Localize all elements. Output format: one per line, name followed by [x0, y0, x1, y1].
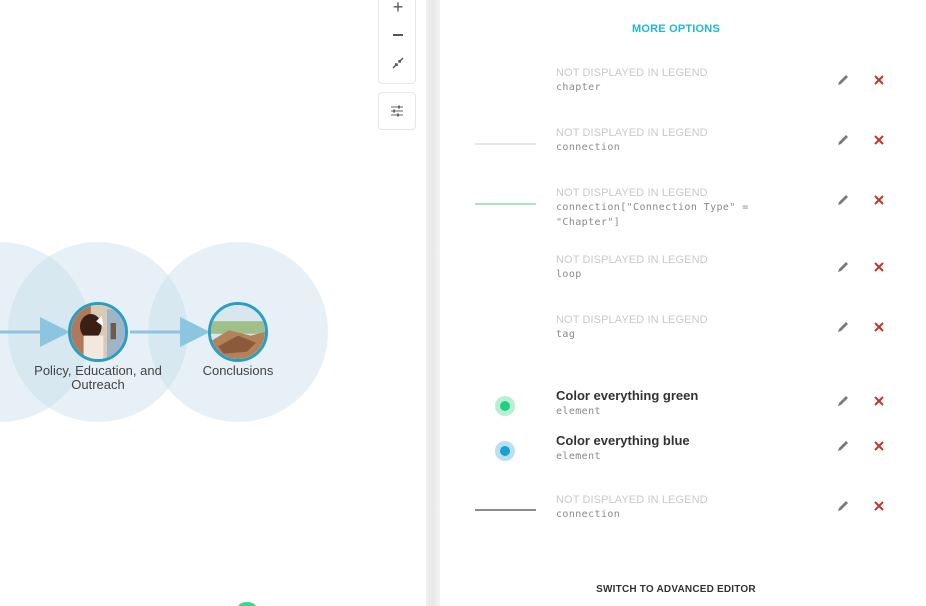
sliders-icon	[391, 105, 403, 117]
decoration-info: NOT DISPLAYED IN LEGEND tag	[556, 313, 776, 342]
close-icon	[874, 322, 884, 332]
close-icon	[874, 195, 884, 205]
close-icon	[874, 501, 884, 511]
minus-icon	[393, 34, 403, 36]
decoration-info: Color everything green element	[556, 388, 776, 419]
legend-status: NOT DISPLAYED IN LEGEND	[556, 187, 708, 199]
edit-button[interactable]	[836, 260, 850, 274]
close-icon	[874, 396, 884, 406]
line-preview	[475, 203, 536, 205]
legend-status: NOT DISPLAYED IN LEGEND	[556, 254, 708, 266]
plus-icon: +	[392, 0, 404, 17]
edit-button[interactable]	[836, 73, 850, 87]
edit-button[interactable]	[836, 133, 850, 147]
close-icon	[874, 262, 884, 272]
delete-button[interactable]	[872, 260, 886, 274]
color-swatch	[500, 401, 510, 411]
filter-button[interactable]	[378, 92, 416, 130]
node-label: Conclusions	[202, 363, 274, 378]
line-preview	[475, 143, 536, 145]
pencil-icon	[838, 195, 848, 205]
color-swatch	[500, 446, 510, 456]
decoration-info: NOT DISPLAYED IN LEGEND loop	[556, 253, 776, 282]
delete-button[interactable]	[872, 499, 886, 513]
element-node-conclusions[interactable]	[208, 302, 268, 362]
edit-button[interactable]	[836, 439, 850, 453]
close-icon	[874, 441, 884, 451]
zoom-in-button[interactable]: +	[379, 0, 417, 21]
decoration-info: NOT DISPLAYED IN LEGEND connection	[556, 126, 776, 155]
decoration-label: Color everything green	[556, 388, 699, 403]
selector-text: tag	[556, 329, 576, 340]
map-canvas[interactable]: Policy, Education, and Outreach Conclusi…	[0, 0, 426, 606]
line-preview	[475, 509, 536, 511]
element-node[interactable]	[238, 602, 256, 606]
element-node-policy[interactable]	[68, 302, 128, 362]
fit-view-button[interactable]	[379, 49, 417, 77]
switch-advanced-editor-link[interactable]: SWITCH TO ADVANCED EDITOR	[440, 584, 912, 595]
selector-text: connection["Connection Type" = "Chapter"…	[556, 202, 749, 228]
pencil-icon	[838, 441, 848, 451]
compress-icon	[392, 57, 404, 69]
close-icon	[874, 75, 884, 85]
delete-button[interactable]	[872, 320, 886, 334]
zoom-out-button[interactable]	[379, 21, 417, 49]
node-image	[211, 305, 265, 359]
selector-text: element	[556, 406, 601, 417]
legend-status: NOT DISPLAYED IN LEGEND	[556, 494, 708, 506]
pencil-icon	[838, 135, 848, 145]
dot-preview	[495, 396, 515, 416]
selector-text: loop	[556, 269, 582, 280]
decoration-label: Color everything blue	[556, 433, 690, 448]
legend-status: NOT DISPLAYED IN LEGEND	[556, 67, 708, 79]
delete-button[interactable]	[872, 394, 886, 408]
delete-button[interactable]	[872, 439, 886, 453]
delete-button[interactable]	[872, 193, 886, 207]
decoration-info: NOT DISPLAYED IN LEGEND connection	[556, 493, 776, 522]
edit-button[interactable]	[836, 394, 850, 408]
decoration-info: NOT DISPLAYED IN LEGEND chapter	[556, 66, 776, 95]
more-options-link[interactable]: MORE OPTIONS	[440, 23, 912, 35]
decoration-info: NOT DISPLAYED IN LEGEND connection["Conn…	[556, 186, 776, 230]
selector-text: element	[556, 451, 601, 462]
selector-text: chapter	[556, 82, 601, 93]
decoration-info: Color everything blue element	[556, 433, 776, 464]
dot-preview	[495, 441, 515, 461]
zoom-controls: +	[378, 0, 416, 84]
legend-status: NOT DISPLAYED IN LEGEND	[556, 314, 708, 326]
node-image	[71, 305, 125, 359]
panel-divider[interactable]	[426, 0, 440, 606]
selector-text: connection	[556, 509, 621, 520]
edit-button[interactable]	[836, 499, 850, 513]
delete-button[interactable]	[872, 73, 886, 87]
edit-button[interactable]	[836, 320, 850, 334]
selector-text: connection	[556, 142, 621, 153]
decorations-panel: MORE OPTIONS NOT DISPLAYED IN LEGEND cha…	[440, 0, 926, 606]
pencil-icon	[838, 501, 848, 511]
pencil-icon	[838, 75, 848, 85]
delete-button[interactable]	[872, 133, 886, 147]
edit-button[interactable]	[836, 193, 850, 207]
close-icon	[874, 135, 884, 145]
node-label: Policy, Education, and Outreach	[34, 363, 162, 392]
connections-layer	[0, 317, 210, 347]
pencil-icon	[838, 322, 848, 332]
pencil-icon	[838, 262, 848, 272]
legend-status: NOT DISPLAYED IN LEGEND	[556, 127, 708, 139]
pencil-icon	[838, 396, 848, 406]
